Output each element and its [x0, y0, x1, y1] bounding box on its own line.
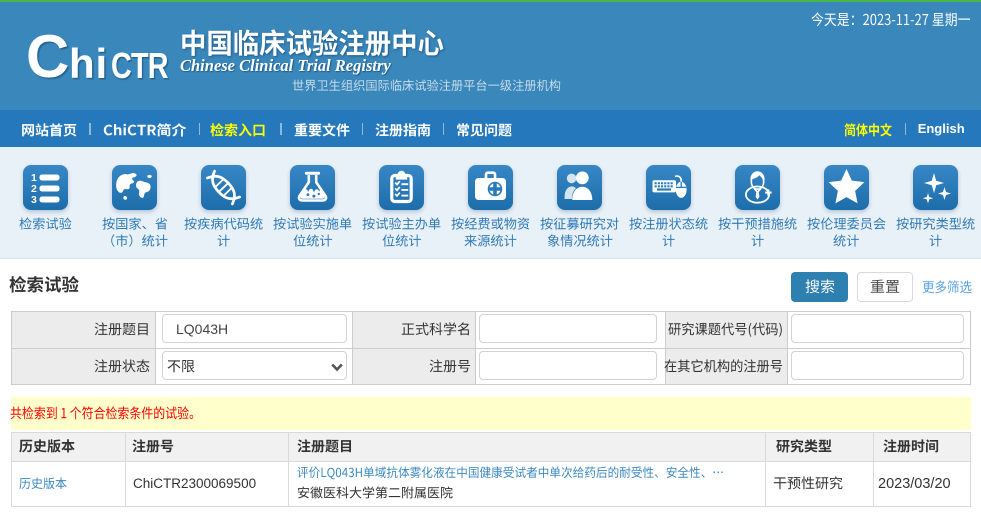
svg-text:3: 3 — [31, 194, 37, 206]
